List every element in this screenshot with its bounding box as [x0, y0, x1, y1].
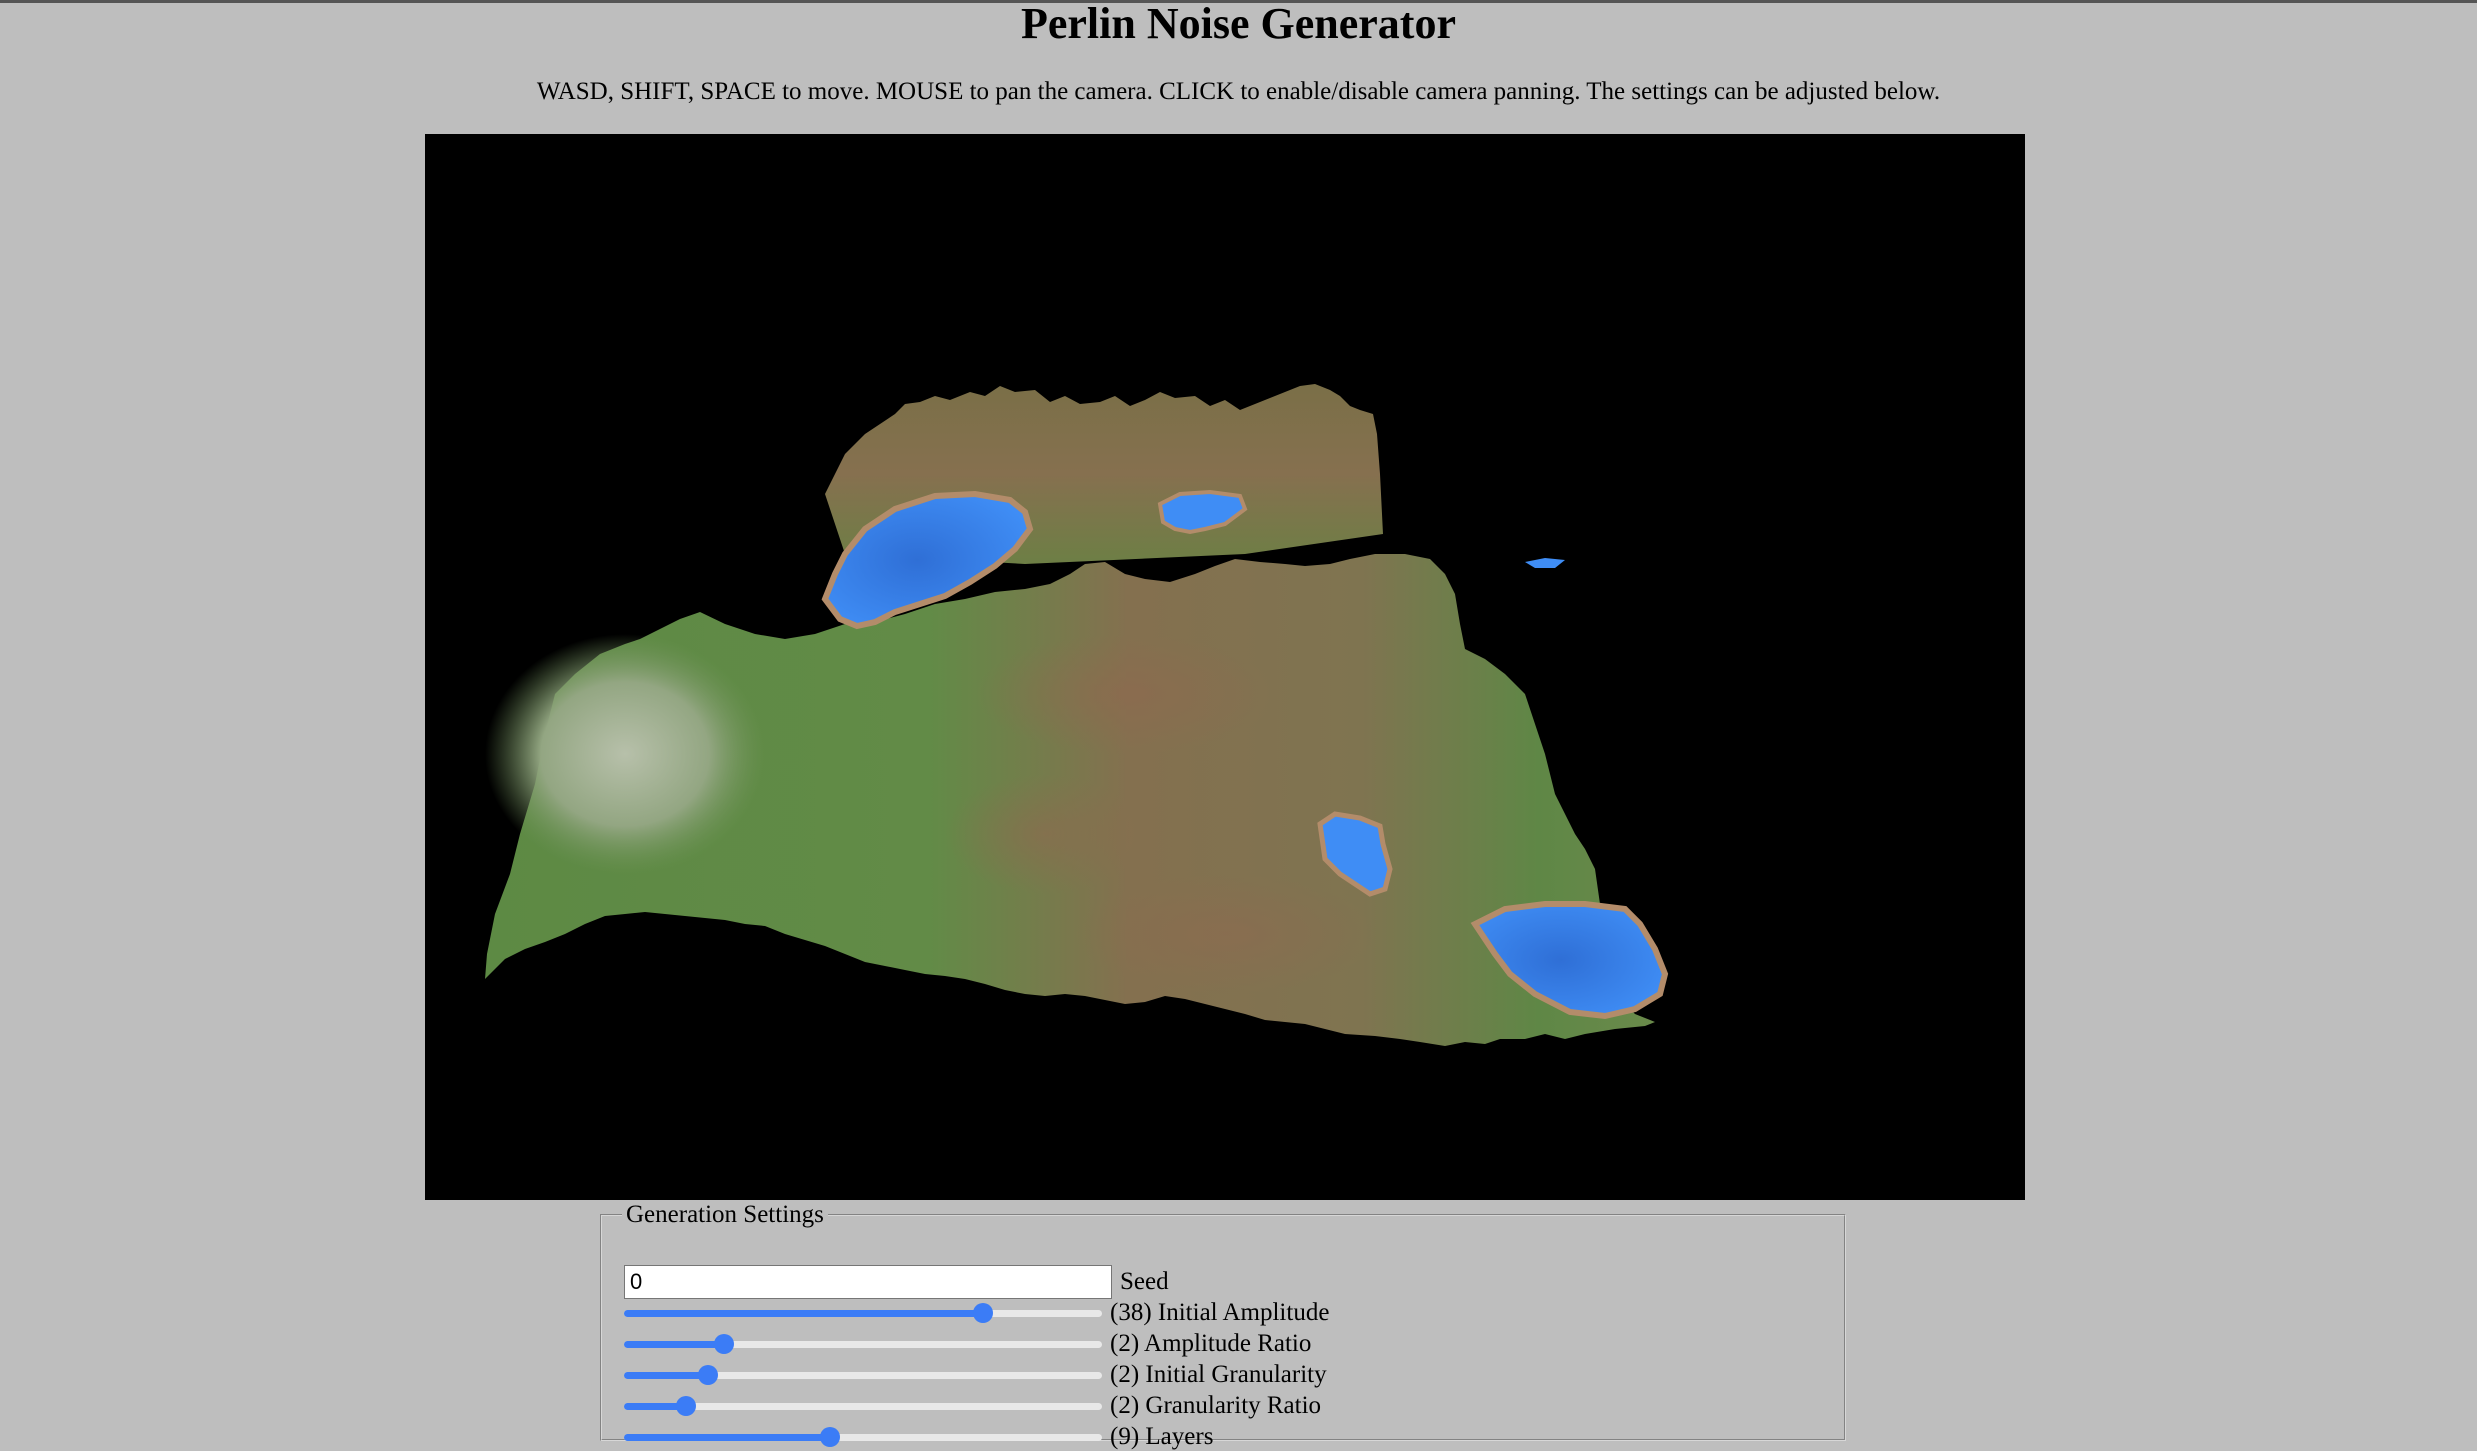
slider-fill [624, 1434, 830, 1441]
terrain-dirt-patch [945, 774, 1145, 894]
terrain-snow-peak [485, 634, 765, 874]
slider-thumb[interactable] [819, 1427, 840, 1447]
terrain-render [485, 384, 1669, 1046]
page-title: Perlin Noise Generator [1021, 0, 1456, 48]
seed-input[interactable] [624, 1265, 1112, 1299]
layers-slider[interactable] [624, 1424, 1102, 1450]
amplitude-ratio-slider[interactable] [624, 1331, 1102, 1357]
granularity-ratio-slider[interactable] [624, 1393, 1102, 1419]
initial-amplitude-slider[interactable] [624, 1300, 1102, 1326]
terrain-dirt-patch [1075, 874, 1375, 994]
seed-label: Seed [1120, 1268, 1169, 1295]
layers-row: (9) Layers [624, 1423, 1213, 1451]
terrain-3d-viewport[interactable] [425, 134, 2025, 1200]
initial-granularity-row: (2) Initial Granularity [624, 1361, 1327, 1389]
controls-instructions: WASD, SHIFT, SPACE to move. MOUSE to pan… [536, 78, 1941, 105]
slider-fill [624, 1341, 725, 1348]
terrain-lake-sliver [1525, 558, 1565, 568]
amplitude-ratio-row: (2) Amplitude Ratio [624, 1330, 1311, 1358]
slider-thumb[interactable] [697, 1365, 718, 1385]
amplitude-ratio-label: (2) Amplitude Ratio [1110, 1330, 1312, 1357]
initial-amplitude-label: (38) Initial Amplitude [1110, 1299, 1330, 1326]
generation-settings-legend: Generation Settings [626, 1201, 824, 1228]
slider-thumb[interactable] [676, 1396, 697, 1416]
slider-fill [624, 1310, 983, 1317]
granularity-ratio-row: (2) Granularity Ratio [624, 1392, 1321, 1420]
initial-amplitude-row: (38) Initial Amplitude [624, 1299, 1329, 1327]
generation-settings-panel: Generation Settings Seed (38) Initial Am… [600, 1201, 1846, 1450]
initial-granularity-slider[interactable] [624, 1362, 1102, 1388]
granularity-ratio-label: (2) Granularity Ratio [1110, 1392, 1322, 1419]
slider-thumb[interactable] [972, 1303, 993, 1323]
initial-granularity-label: (2) Initial Granularity [1110, 1361, 1327, 1388]
terrain-dirt-patch [975, 634, 1275, 754]
slider-fill [624, 1372, 708, 1379]
seed-row: Seed [624, 1265, 1169, 1299]
slider-thumb[interactable] [714, 1334, 735, 1354]
layers-label: (9) Layers [1110, 1423, 1214, 1450]
